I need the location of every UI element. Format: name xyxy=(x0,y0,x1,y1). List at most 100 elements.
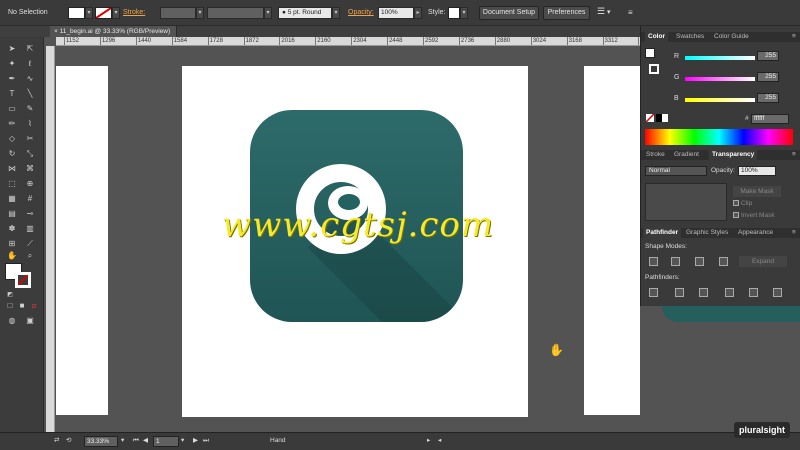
gradient-mode-icon[interactable]: ■ xyxy=(16,300,28,311)
minus-back-icon[interactable] xyxy=(773,288,782,297)
close-tab-icon[interactable]: × xyxy=(54,28,58,35)
artboard-number-field[interactable]: 1 xyxy=(153,436,179,447)
scroll-left-icon[interactable]: ◂ xyxy=(438,436,441,447)
screen-mode-icon[interactable]: ▣ xyxy=(24,315,36,326)
intersect-icon[interactable] xyxy=(695,257,704,266)
blue-slider[interactable] xyxy=(685,98,755,102)
opacity-label[interactable]: Opacity: xyxy=(348,7,374,19)
style-swatch[interactable] xyxy=(448,7,460,19)
stroke-weight-field[interactable] xyxy=(160,7,196,19)
direct-selection-tool-icon[interactable]: ⇱ xyxy=(24,43,36,54)
pen-tool-icon[interactable]: ✒ xyxy=(6,73,18,84)
variable-width-profile[interactable] xyxy=(207,7,264,19)
rotate-view-icon[interactable]: ⟲ xyxy=(66,436,71,447)
shape-builder-tool-icon[interactable]: ⊕ xyxy=(24,178,36,189)
stroke-color-box[interactable] xyxy=(15,272,31,288)
eyedropper-tool-icon[interactable]: ⊸ xyxy=(24,208,36,219)
red-slider[interactable] xyxy=(685,56,755,60)
lasso-tool-icon[interactable]: ℓ xyxy=(24,58,36,69)
fill-swatch[interactable] xyxy=(68,7,85,19)
green-value[interactable]: 255 xyxy=(757,72,779,82)
hand-tool-icon[interactable]: ✋ xyxy=(6,250,18,261)
stroke-dropdown[interactable]: ▾ xyxy=(112,7,120,19)
pathfinder-menu-icon[interactable]: ≡ xyxy=(789,228,799,238)
mesh-tool-icon[interactable]: # xyxy=(24,193,36,204)
free-transform-tool-icon[interactable]: ⬚ xyxy=(6,178,18,189)
last-artboard-icon[interactable]: ⏭ xyxy=(203,436,209,447)
transparency-opacity-field[interactable]: 100% xyxy=(738,166,776,176)
eraser-tool-icon[interactable]: ◇ xyxy=(6,133,18,144)
blend-mode-select[interactable]: Normal xyxy=(645,166,707,176)
tab-gradient[interactable]: Gradient xyxy=(671,150,702,160)
tab-graphic-styles[interactable]: Graphic Styles xyxy=(683,228,731,238)
opacity-dropdown[interactable]: ▸ xyxy=(414,7,422,19)
unite-icon[interactable] xyxy=(649,257,658,266)
line-tool-icon[interactable]: ╲ xyxy=(24,88,36,99)
slice-tool-icon[interactable]: ⟋ xyxy=(24,238,36,249)
status-menu-icon[interactable]: ▸ xyxy=(427,436,430,447)
tab-transparency[interactable]: Transparency xyxy=(709,150,758,160)
opacity-field[interactable]: 100% xyxy=(378,7,414,19)
stroke-weight-dropdown[interactable]: ▾ xyxy=(196,7,204,19)
column-graph-tool-icon[interactable]: ▥ xyxy=(24,223,36,234)
profile-dropdown[interactable]: ▾ xyxy=(264,7,272,19)
crop-icon[interactable] xyxy=(725,288,734,297)
none-mode-icon[interactable]: ⧄ xyxy=(28,300,40,311)
hex-field[interactable]: ffffff xyxy=(751,114,789,124)
minus-front-icon[interactable] xyxy=(671,257,680,266)
artboard-right[interactable] xyxy=(584,66,640,415)
zoom-tool-icon[interactable]: ⌕ xyxy=(24,250,36,261)
panel-menu-icon[interactable]: ≡ xyxy=(789,32,799,42)
expand-button[interactable]: Expand xyxy=(739,256,787,267)
clip-checkbox[interactable] xyxy=(733,200,739,206)
blob-brush-tool-icon[interactable]: ⌇ xyxy=(24,118,36,129)
arrange-documents-icon[interactable]: ☰ xyxy=(597,5,605,17)
make-mask-button[interactable]: Make Mask xyxy=(733,186,781,197)
tab-pathfinder[interactable]: Pathfinder xyxy=(643,228,682,238)
zoom-dropdown-icon[interactable]: ▾ xyxy=(121,436,124,447)
tab-appearance[interactable]: Appearance xyxy=(735,228,776,238)
selection-tool-icon[interactable]: ➤ xyxy=(6,43,18,54)
curvature-tool-icon[interactable]: ∿ xyxy=(24,73,36,84)
mask-thumbnail[interactable] xyxy=(645,183,727,221)
tab-stroke[interactable]: Stroke xyxy=(643,150,668,160)
tab-color[interactable]: Color xyxy=(645,32,668,42)
preferences-button[interactable]: Preferences xyxy=(543,6,590,20)
style-dropdown[interactable]: ▾ xyxy=(460,7,468,19)
type-tool-icon[interactable]: T xyxy=(6,88,18,99)
perspective-grid-tool-icon[interactable]: ▦ xyxy=(6,193,18,204)
artboard-dropdown-icon[interactable]: ▾ xyxy=(181,436,184,447)
trim-icon[interactable] xyxy=(675,288,684,297)
color-mode-icon[interactable]: □ xyxy=(4,300,16,311)
rotate-tool-icon[interactable]: ↻ xyxy=(6,148,18,159)
stroke-label[interactable]: Stroke: xyxy=(123,7,145,19)
rectangle-tool-icon[interactable]: ▭ xyxy=(6,103,18,114)
zoom-field[interactable]: 33.33% xyxy=(84,436,118,447)
vertical-ruler[interactable] xyxy=(46,46,55,432)
artboard-tool-icon[interactable]: ⊞ xyxy=(6,238,18,249)
transparency-menu-icon[interactable]: ≡ xyxy=(789,150,799,160)
fill-dropdown[interactable]: ▾ xyxy=(85,7,93,19)
control-menu-icon[interactable]: ≡ xyxy=(628,7,633,19)
merge-icon[interactable] xyxy=(699,288,708,297)
tab-color-guide[interactable]: Color Guide xyxy=(711,32,752,42)
blue-value[interactable]: 255 xyxy=(757,93,779,103)
stroke-swatch[interactable] xyxy=(95,7,112,19)
arrange-dropdown-icon[interactable]: ▾ xyxy=(607,7,611,19)
first-artboard-icon[interactable]: ⏮ xyxy=(133,436,139,447)
invert-mask-checkbox[interactable] xyxy=(733,212,739,218)
warp-tool-icon[interactable]: ⌘ xyxy=(24,163,36,174)
document-setup-button[interactable]: Document Setup xyxy=(479,6,539,20)
scissors-tool-icon[interactable]: ✂ xyxy=(24,133,36,144)
color-spectrum[interactable] xyxy=(645,129,793,145)
artboard-nav-icon[interactable]: ⇄ xyxy=(54,436,59,447)
color-fill-proxy[interactable] xyxy=(645,48,655,58)
artboard-left[interactable] xyxy=(56,66,108,415)
red-value[interactable]: 255 xyxy=(757,51,779,61)
scale-tool-icon[interactable]: ⤡ xyxy=(24,148,36,159)
pencil-tool-icon[interactable]: ✏ xyxy=(6,118,18,129)
magic-wand-tool-icon[interactable]: ✦ xyxy=(6,58,18,69)
exclude-icon[interactable] xyxy=(719,257,728,266)
divide-icon[interactable] xyxy=(649,288,658,297)
brush-definition[interactable]: ● 5 pt. Round xyxy=(278,7,332,19)
